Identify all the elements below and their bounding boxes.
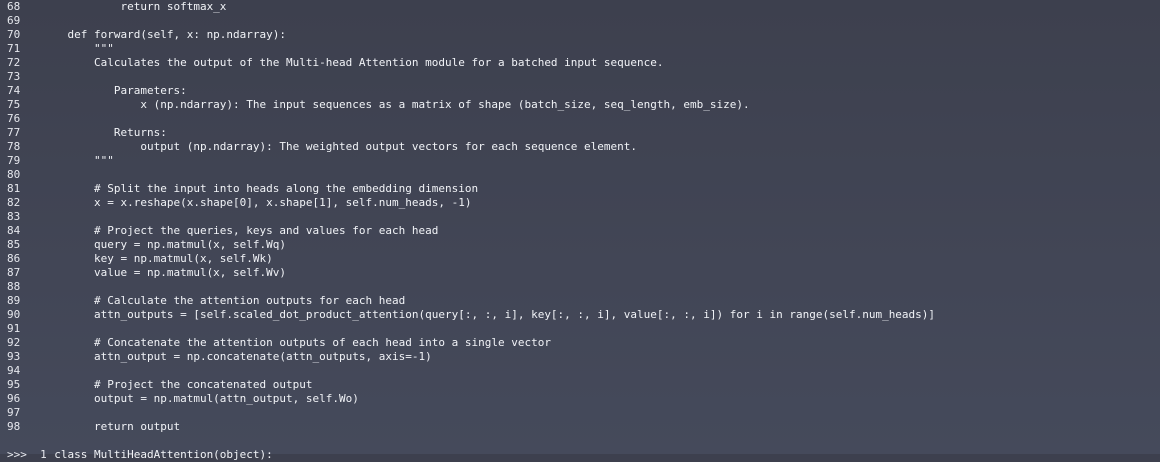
line-code[interactable]: """	[41, 154, 114, 168]
line-number: 69	[7, 14, 21, 27]
line-number: 83	[7, 210, 21, 223]
code-line: 71 """	[0, 42, 1160, 56]
line-code[interactable]: # Project the concatenated output	[41, 378, 313, 392]
line-code[interactable]: Calculates the output of the Multi-head …	[41, 56, 664, 70]
code-line: 72 Calculates the output of the Multi-he…	[0, 56, 1160, 70]
line-number: 73	[7, 70, 21, 83]
code-line: 91	[0, 322, 1160, 336]
code-line: 83	[0, 210, 1160, 224]
code-line: 89 # Calculate the attention outputs for…	[0, 294, 1160, 308]
code-line: 97	[0, 406, 1160, 420]
code-lines: 68 return softmax_x 69 70 def forward(self…	[0, 0, 1160, 462]
code-line: 86 key = np.matmul(x, self.Wk)	[0, 252, 1160, 266]
code-line: 70 def forward(self, x: np.ndarray):	[0, 28, 1160, 42]
code-line: 68 return softmax_x	[0, 0, 1160, 14]
code-line: 94	[0, 364, 1160, 378]
code-line: 88	[0, 280, 1160, 294]
line-number: 76	[7, 112, 21, 125]
line-number: 97	[7, 406, 21, 419]
code-line: 75 x (np.ndarray): The input sequences a…	[0, 98, 1160, 112]
line-code[interactable]: return output	[41, 420, 180, 434]
code-line: 92 # Concatenate the attention outputs o…	[0, 336, 1160, 350]
code-line: 87 value = np.matmul(x, self.Wv)	[0, 266, 1160, 280]
code-line: 82 x = x.reshape(x.shape[0], x.shape[1],…	[0, 196, 1160, 210]
line-code[interactable]: attn_outputs = [self.scaled_dot_product_…	[41, 308, 935, 322]
line-code[interactable]: output (np.ndarray): The weighted output…	[41, 140, 637, 154]
code-line: >>> 1 class MultiHeadAttention(object):	[0, 448, 1160, 462]
code-line: 96 output = np.matmul(attn_output, self.…	[0, 392, 1160, 406]
code-line: 98 return output	[0, 420, 1160, 434]
line-code[interactable]: """	[41, 42, 114, 56]
code-line: 85 query = np.matmul(x, self.Wq)	[0, 238, 1160, 252]
code-line: 84 # Project the queries, keys and value…	[0, 224, 1160, 238]
line-code[interactable]: Returns:	[41, 126, 167, 140]
line-code[interactable]: key = np.matmul(x, self.Wk)	[41, 252, 273, 266]
code-line: 79 """	[0, 154, 1160, 168]
code-line: 76	[0, 112, 1160, 126]
line-code[interactable]: x (np.ndarray): The input sequences as a…	[41, 98, 749, 112]
line-code[interactable]: # Project the queries, keys and values f…	[41, 224, 438, 238]
line-code[interactable]: value = np.matmul(x, self.Wv)	[41, 266, 286, 280]
line-code[interactable]: query = np.matmul(x, self.Wq)	[41, 238, 286, 252]
line-number: 88	[7, 280, 21, 293]
line-number: 94	[7, 364, 21, 377]
code-line: 81 # Split the input into heads along th…	[0, 182, 1160, 196]
line-code[interactable]: class MultiHeadAttention(object):	[41, 448, 273, 462]
code-line: 77 Returns:	[0, 126, 1160, 140]
line-number: 91	[7, 322, 21, 335]
line-code[interactable]: # Calculate the attention outputs for ea…	[41, 294, 405, 308]
code-line: 90 attn_outputs = [self.scaled_dot_produ…	[0, 308, 1160, 322]
code-line: 69	[0, 14, 1160, 28]
line-code[interactable]: # Split the input into heads along the e…	[41, 182, 478, 196]
line-code[interactable]: x = x.reshape(x.shape[0], x.shape[1], se…	[41, 196, 472, 210]
line-code[interactable]: output = np.matmul(attn_output, self.Wo)	[41, 392, 359, 406]
line-code[interactable]: attn_output = np.concatenate(attn_output…	[41, 350, 432, 364]
code-line: 93 attn_output = np.concatenate(attn_out…	[0, 350, 1160, 364]
code-line: 74 Parameters:	[0, 84, 1160, 98]
line-code[interactable]: return softmax_x	[41, 0, 226, 14]
code-line: 95 # Project the concatenated output	[0, 378, 1160, 392]
line-code[interactable]: def forward(self, x: np.ndarray):	[41, 28, 286, 42]
code-line: 80	[0, 168, 1160, 182]
code-line: 73	[0, 70, 1160, 84]
line-number: 80	[7, 168, 21, 181]
line-code[interactable]: # Concatenate the attention outputs of e…	[41, 336, 551, 350]
code-line: 78 output (np.ndarray): The weighted out…	[0, 140, 1160, 154]
code-editor[interactable]: 68 return softmax_x 69 70 def forward(self…	[0, 0, 1160, 461]
line-code[interactable]: Parameters:	[41, 84, 187, 98]
